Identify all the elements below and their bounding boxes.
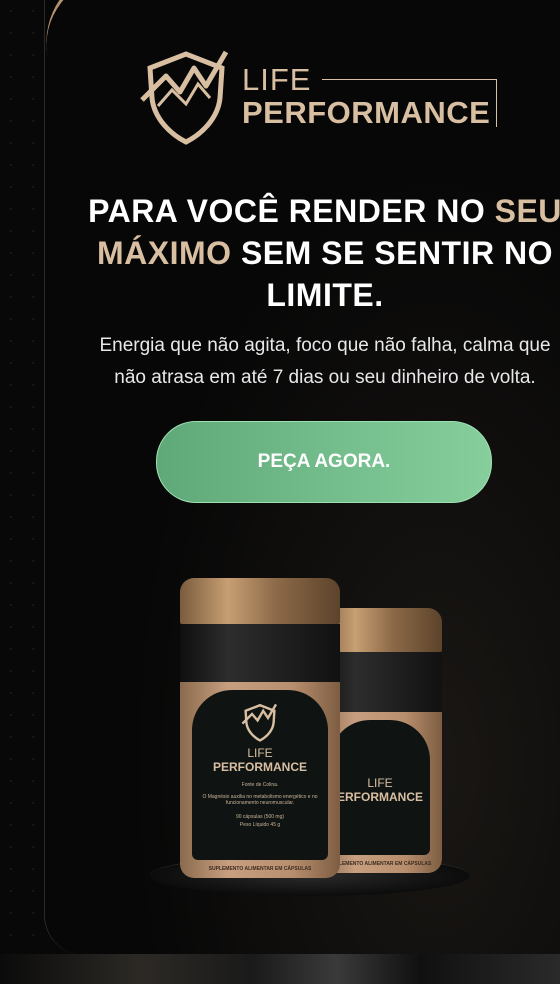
bottle-line-3: 90 cápsulas (500 mg) — [235, 814, 285, 820]
hero-headline: PARA VOCÊ RENDER NO SEU MÁXIMO SEM SE SE… — [60, 190, 560, 316]
bottle-life-text: LIFE — [247, 746, 273, 760]
subtitle-line-2: não atrasa em até 7 dias ou seu dinheiro… — [114, 367, 536, 388]
order-now-button[interactable]: PEÇA AGORA. — [156, 421, 492, 503]
next-section-strip — [0, 954, 560, 984]
logo-performance-text: PERFORMANCE — [242, 95, 491, 130]
headline-part-2: SEM SE SENTIR NO — [231, 235, 553, 271]
hero-subtitle: Energia que não agita, foco que não falh… — [70, 330, 560, 394]
bottle-line-2: O Magnésio auxilia no metabolismo energé… — [202, 794, 318, 806]
bottle-logo-icon — [241, 703, 278, 742]
bottle-line-1: Fonte de Colina. — [241, 782, 279, 788]
headline-gold-1: SEU — [494, 193, 560, 229]
product-bottle-front: LIFE PERFORMANCE Fonte de Colina. O Magn… — [180, 578, 340, 878]
logo-life-text: LIFE — [242, 62, 312, 97]
shield-chart-icon — [140, 50, 229, 145]
bottle-footer-text: SUPLEMENTO ALIMENTAR EM CÁPSULAS — [208, 866, 312, 872]
bottle-line-4: Peso Líquido 45 g — [239, 822, 281, 828]
subtitle-line-1: Energia que não agita, foco que não falh… — [99, 335, 551, 356]
bottle-performance-text: PERFORMANCE — [212, 760, 307, 774]
logo-divider-tick — [496, 79, 497, 127]
bottle-back-life-text: LIFE — [367, 776, 393, 790]
headline-part-3: LIMITE. — [266, 277, 384, 313]
brand-logo[interactable]: LIFE PERFORMANCE — [140, 46, 500, 146]
dot-pattern-background — [0, 0, 44, 984]
logo-divider-line — [322, 79, 496, 80]
page-frame: LIFE PERFORMANCE PARA VOCÊ RENDER NO SEU… — [0, 0, 560, 984]
headline-gold-2: MÁXIMO — [97, 235, 232, 271]
headline-part-1: PARA VOCÊ RENDER NO — [88, 193, 495, 229]
bottle-back-performance-text: ERFORMANCE — [337, 790, 423, 804]
